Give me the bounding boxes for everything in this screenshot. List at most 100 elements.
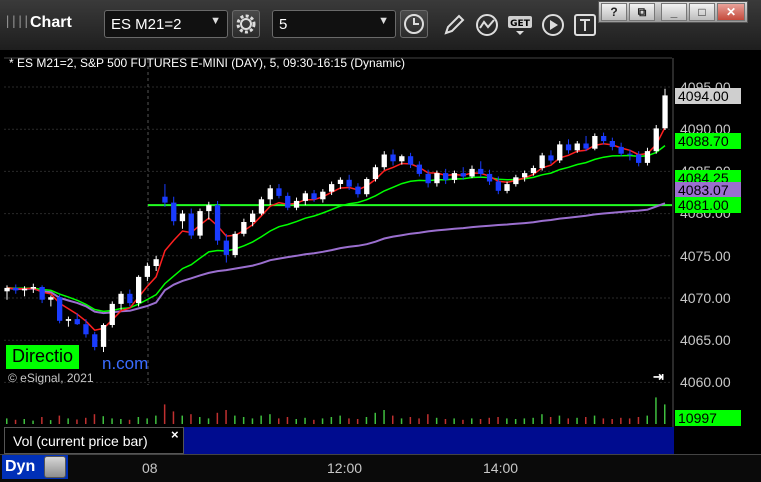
- volume-bar: [295, 419, 297, 424]
- candle-body: [460, 173, 466, 177]
- volume-bar: [23, 419, 25, 424]
- volume-bar: [365, 417, 368, 424]
- candle-body: [179, 213, 186, 222]
- symbol-info-line: * ES M21=2, S&P 500 FUTURES E-MINI (DAY)…: [9, 56, 406, 70]
- close-study-icon[interactable]: ×: [171, 427, 179, 442]
- volume-bar: [128, 419, 131, 424]
- volume-bar: [225, 410, 227, 424]
- replay-button[interactable]: [540, 12, 566, 38]
- ema-fast-badge: 4088.70: [675, 133, 741, 149]
- play-icon: [542, 14, 564, 36]
- scroll-to-end-icon[interactable]: ⇥: [653, 369, 664, 385]
- time-axis[interactable]: [0, 454, 761, 482]
- volume-bar: [6, 418, 8, 424]
- text-tool-button[interactable]: [572, 12, 598, 38]
- vwap-badge: 4083.07: [675, 182, 741, 198]
- volume-bar: [286, 417, 289, 424]
- volume-bar: [479, 419, 482, 424]
- help-button[interactable]: ?: [601, 3, 627, 21]
- volume-bar: [102, 416, 104, 424]
- ema-slow-line: [6, 145, 666, 313]
- volume-bar: [593, 415, 596, 424]
- volume-panel[interactable]: [0, 394, 676, 425]
- chevron-down-icon[interactable]: ▼: [210, 15, 221, 27]
- volume-bar: [76, 419, 78, 424]
- time-tick: 12:00: [327, 460, 363, 476]
- volume-bar: [313, 419, 315, 424]
- close-button[interactable]: ✕: [717, 3, 745, 21]
- watermark-box: Directio: [6, 345, 80, 369]
- volume-bar: [348, 418, 350, 424]
- volume-bar: [49, 420, 52, 424]
- candle-body: [30, 287, 36, 289]
- settings-gear-button[interactable]: [232, 10, 260, 38]
- price-tick: 4060.00: [680, 374, 731, 390]
- volume-bar: [549, 417, 552, 424]
- volume-bar: [155, 415, 157, 424]
- candle-body: [13, 287, 19, 291]
- volume-bar: [664, 404, 666, 424]
- candle-body: [92, 334, 98, 347]
- volume-bar: [383, 410, 385, 424]
- scale-lock-icon[interactable]: [44, 456, 66, 478]
- minimize-button[interactable]: _: [661, 3, 687, 21]
- candle-body: [557, 144, 563, 161]
- candle-body: [162, 196, 168, 203]
- volume-bar: [269, 414, 271, 424]
- symbol-value: ES M21=2: [111, 16, 182, 33]
- candle-body: [425, 173, 431, 184]
- candle-body: [495, 181, 501, 191]
- time-button[interactable]: [400, 10, 428, 38]
- candle-body: [565, 144, 572, 151]
- settings-gear-icon: [236, 14, 256, 34]
- volume-bar: [190, 414, 192, 424]
- volume-bar: [637, 417, 640, 424]
- link-button[interactable]: ⧉: [629, 3, 655, 21]
- price-tick: 4070.00: [680, 290, 731, 306]
- candle-body: [513, 177, 519, 185]
- time-tick: 08: [142, 460, 158, 476]
- candle-body: [399, 156, 405, 162]
- volume-bar: [146, 418, 148, 424]
- get-data-button[interactable]: GET: [507, 12, 533, 38]
- candle-body: [285, 195, 291, 208]
- candle-body: [57, 297, 63, 321]
- indicator-icon: [476, 14, 498, 36]
- candle-body: [416, 164, 422, 174]
- volume-bar: [163, 404, 166, 424]
- symbol-combobox[interactable]: ES M21=2 ▼: [104, 10, 228, 38]
- chevron-down-icon[interactable]: ▼: [378, 15, 389, 27]
- volume-study-label: Vol (current price bar): [4, 427, 184, 454]
- candle-body: [39, 287, 45, 300]
- interval-combobox[interactable]: 5 ▼: [272, 10, 396, 38]
- volume-bar: [172, 411, 175, 424]
- candle-body: [478, 168, 484, 174]
- chart-toolbar: |||| Chart ES M21=2 ▼ 5 ▼ GET ? ⧉ _ □ ✕: [0, 0, 761, 51]
- volume-bar: [321, 418, 324, 424]
- indicator-button[interactable]: [474, 12, 500, 38]
- volume-bar: [585, 417, 587, 424]
- drag-grip-icon[interactable]: ||||: [4, 14, 30, 28]
- candle-body: [311, 193, 317, 200]
- interval-value: 5: [279, 16, 288, 33]
- volume-bar: [304, 417, 306, 424]
- volume-bar: [339, 415, 341, 424]
- volume-bar: [216, 412, 219, 424]
- volume-bar: [242, 417, 245, 424]
- volume-bar: [488, 417, 490, 424]
- maximize-button[interactable]: □: [689, 3, 715, 21]
- candle-body: [214, 205, 221, 241]
- candle-body: [65, 319, 72, 321]
- candle-body: [469, 168, 475, 177]
- volume-bar: [532, 417, 534, 424]
- ema-fast-line: [6, 127, 666, 332]
- candle-body: [355, 186, 361, 195]
- price-tick: 4065.00: [680, 332, 731, 348]
- candle-body: [530, 168, 537, 174]
- volume-bar: [120, 419, 122, 424]
- candle-body: [539, 155, 545, 169]
- candle-body: [293, 200, 300, 208]
- draw-tool-button[interactable]: [441, 12, 467, 38]
- volume-bar: [523, 418, 526, 424]
- volume-bar: [85, 417, 87, 424]
